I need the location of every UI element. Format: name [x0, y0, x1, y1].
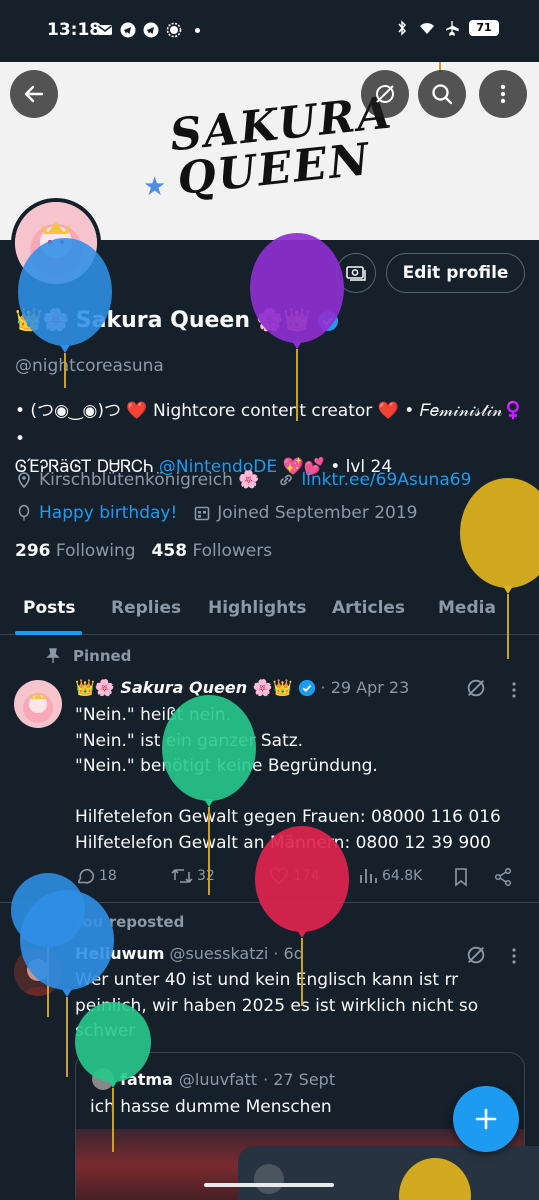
like-button[interactable]: 174: [269, 866, 320, 886]
banner-logo: SAKURA QUEEN: [167, 87, 396, 205]
post-date: · 29 Apr 23: [320, 678, 410, 697]
pin-icon: [46, 648, 60, 663]
follow-stats: 296 Following 458 Followers: [15, 541, 272, 561]
repost-button[interactable]: 32: [171, 866, 215, 886]
star-icon: ★: [143, 172, 167, 202]
name-suffix-emoji: 🌸👑: [256, 308, 311, 333]
post-author-name[interactable]: 👑🌸 𝙎𝙖𝙠𝙪𝙧𝙖 𝙌𝙪𝙚𝙚𝙣 🌸👑: [75, 678, 293, 697]
reply-icon: [78, 868, 95, 884]
bio-line-1: • (つ◉‿◉)つ ❤️ Nightcore content creator ❤…: [15, 401, 524, 449]
quote-author-handle: @luuvfatt: [178, 1069, 258, 1089]
wifi-icon: [420, 23, 434, 34]
battery-indicator: 71: [469, 20, 499, 36]
website-link[interactable]: linktr.ee/69Asuna69: [301, 470, 471, 490]
quote-time: · 27 Sept: [263, 1069, 336, 1089]
quote-header: fatma @luuvfatt · 27 Sept: [92, 1068, 335, 1090]
birthday-text[interactable]: Happy birthday!: [39, 503, 177, 523]
name-prefix-emoji: 👑🌸: [15, 308, 70, 333]
post-time: · 6d: [273, 944, 304, 963]
home-indicator[interactable]: [204, 1183, 334, 1187]
location-icon: [18, 472, 30, 489]
mail-icon: [98, 25, 112, 35]
heart-icon: [270, 867, 288, 884]
post-header: Heliuwum @suesskatzi · 6d: [75, 944, 304, 963]
search-button[interactable]: [418, 70, 466, 118]
tab-articles[interactable]: Articles: [332, 598, 405, 618]
grok-icon[interactable]: [465, 944, 487, 966]
grok-icon[interactable]: [465, 677, 487, 699]
arrow-left-icon: [24, 85, 44, 103]
post-avatar[interactable]: [14, 948, 62, 996]
grok-button[interactable]: [361, 70, 409, 118]
location-text: Kirschblütenkönigreich 🌸: [39, 470, 260, 490]
repost-label: You reposted: [45, 913, 184, 931]
bookmark-icon[interactable]: [451, 867, 471, 887]
active-tab-indicator: [15, 631, 82, 635]
profile-meta-row-1: Kirschblütenkönigreich 🌸 linktr.ee/69Asu…: [15, 470, 471, 490]
joined-text: Joined September 2019: [217, 503, 418, 523]
views-icon: [360, 869, 377, 883]
calendar-icon: [194, 506, 210, 521]
status-bar: 13:18 71: [0, 0, 539, 62]
bottom-sheet-preview[interactable]: [238, 1146, 539, 1200]
link-icon: [280, 474, 293, 486]
profile-avatar[interactable]: [11, 198, 101, 288]
repost-icon: [45, 916, 61, 928]
notification-dot-icon: [195, 27, 200, 33]
profile-meta-row-2: Happy birthday! Joined September 2019: [15, 503, 417, 523]
post-more-icon[interactable]: [504, 680, 524, 700]
post-author-handle: @suesskatzi: [169, 944, 269, 963]
sheet-avatar: [254, 1164, 284, 1194]
bluetooth-icon: [398, 20, 407, 36]
profile-bio: • (つ◉‿◉)つ ❤️ Nightcore content creator ❤…: [15, 397, 530, 481]
post-author-name[interactable]: Heliuwum: [75, 944, 164, 963]
display-name: Sakura Queen: [75, 308, 251, 333]
money-icon: [346, 266, 366, 281]
tab-posts[interactable]: Posts: [23, 598, 76, 618]
post-text: Wer unter 40 ist und kein Englisch kann …: [75, 970, 479, 1041]
post-divider: [0, 902, 539, 903]
avatar-image: [15, 202, 97, 284]
repost-icon: [171, 868, 193, 884]
edit-profile-button[interactable]: Edit profile: [386, 253, 525, 293]
quote-text: ich hasse dumme Menschen: [90, 1097, 332, 1117]
more-vertical-icon: [500, 84, 506, 104]
verified-badge-icon[interactable]: [317, 310, 339, 332]
following-link[interactable]: 296 Following: [15, 541, 136, 561]
profile-tabs: Posts Replies Highlights Articles Media: [0, 585, 539, 635]
profile-handle: @nightcoreasuna: [15, 356, 164, 376]
post-text: "Nein." heißt nein. "Nein." ist ein ganz…: [75, 705, 501, 853]
balloon-icon: [18, 504, 30, 521]
verified-badge-icon: [298, 679, 315, 696]
reply-button[interactable]: 18: [75, 866, 117, 886]
subscriptions-button[interactable]: [336, 253, 376, 293]
post-avatar[interactable]: [14, 680, 62, 728]
compose-post-button[interactable]: [453, 1086, 519, 1152]
back-button[interactable]: [10, 70, 58, 118]
avatar-image: [14, 680, 62, 728]
grok-icon: [376, 85, 394, 103]
search-icon: [432, 84, 453, 105]
avatar-image: [14, 948, 62, 996]
more-options-button[interactable]: [479, 70, 527, 118]
views-button[interactable]: 64.8K: [358, 866, 422, 886]
airplane-icon: [446, 21, 459, 36]
telegram-icon-2: [143, 22, 159, 38]
plus-icon: [475, 1108, 497, 1130]
quote-author-name: fatma: [120, 1069, 173, 1089]
post-header: 👑🌸 𝙎𝙖𝙠𝙪𝙧𝙖 𝙌𝙪𝙚𝙚𝙣 🌸👑 · 29 Apr 23: [75, 678, 409, 697]
followers-link[interactable]: 458 Followers: [152, 541, 273, 561]
signal-app-icon: [166, 22, 182, 38]
tab-highlights[interactable]: Highlights: [208, 598, 307, 618]
post-actions: 18 32 174 64.8K: [75, 866, 515, 890]
profile-name: 👑🌸 Sakura Queen 🌸👑: [15, 308, 339, 333]
quote-avatar: [92, 1068, 114, 1090]
pinned-label: Pinned: [45, 647, 131, 665]
post-more-icon[interactable]: [504, 946, 524, 966]
share-icon[interactable]: [493, 867, 513, 887]
tab-media[interactable]: Media: [438, 598, 496, 618]
telegram-icon: [120, 22, 136, 38]
status-time: 13:18: [47, 20, 102, 40]
tab-replies[interactable]: Replies: [111, 598, 181, 618]
